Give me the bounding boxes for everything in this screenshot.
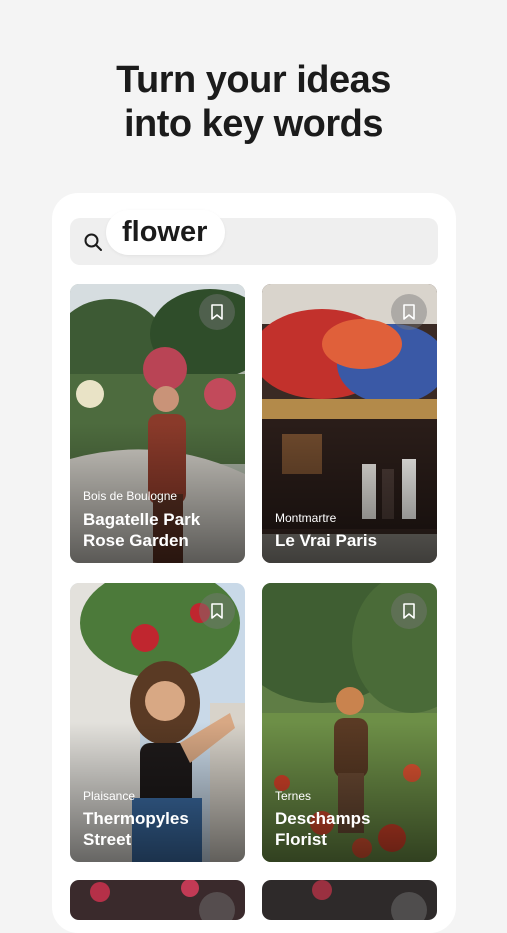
bookmark-button[interactable] xyxy=(391,593,427,629)
bookmark-button[interactable] xyxy=(199,593,235,629)
card-title-line: Thermopyles xyxy=(83,809,189,828)
card-title: Thermopyles Street xyxy=(83,808,235,850)
card-title-line: Deschamps xyxy=(275,809,371,828)
card-title-line: Le Vrai Paris xyxy=(275,531,378,550)
card-area: Plaisance xyxy=(83,789,136,803)
card-title-line: Street xyxy=(83,830,132,849)
place-card-le-vrai-paris[interactable]: Montmartre Le Vrai Paris xyxy=(262,284,437,563)
place-card-thermopyles[interactable]: Plaisance Thermopyles Street xyxy=(70,583,245,862)
bookmark-button[interactable] xyxy=(391,892,427,920)
place-card-bagatelle[interactable]: Bois de Boulogne Bagatelle Park Rose Gar… xyxy=(70,284,245,563)
headline-line-1: Turn your ideas xyxy=(116,59,391,101)
card-area: Montmartre xyxy=(275,511,337,525)
card-title-line: Rose Garden xyxy=(83,531,189,550)
place-card-partial[interactable] xyxy=(262,880,437,920)
card-title: Le Vrai Paris xyxy=(275,530,427,551)
headline: Turn your ideas into key words xyxy=(0,58,507,146)
card-area: Ternes xyxy=(275,789,312,803)
bookmark-icon xyxy=(403,603,415,619)
card-title: Deschamps Florist xyxy=(275,808,427,850)
card-area: Bois de Boulogne xyxy=(83,489,178,503)
bookmark-icon xyxy=(211,603,223,619)
bookmark-button[interactable] xyxy=(199,892,235,920)
bookmark-button[interactable] xyxy=(391,294,427,330)
card-title-line: Florist xyxy=(275,830,327,849)
search-icon[interactable] xyxy=(83,232,103,252)
headline-line-2: into key words xyxy=(123,103,384,145)
search-query[interactable]: flower xyxy=(106,210,226,255)
place-card-deschamps[interactable]: Ternes Deschamps Florist xyxy=(262,583,437,862)
bookmark-button[interactable] xyxy=(199,294,235,330)
bookmark-icon xyxy=(403,304,415,320)
bookmark-icon xyxy=(211,304,223,320)
card-title: Bagatelle Park Rose Garden xyxy=(83,509,235,551)
place-card-partial[interactable] xyxy=(70,880,245,920)
card-title-line: Bagatelle Park xyxy=(83,510,201,529)
